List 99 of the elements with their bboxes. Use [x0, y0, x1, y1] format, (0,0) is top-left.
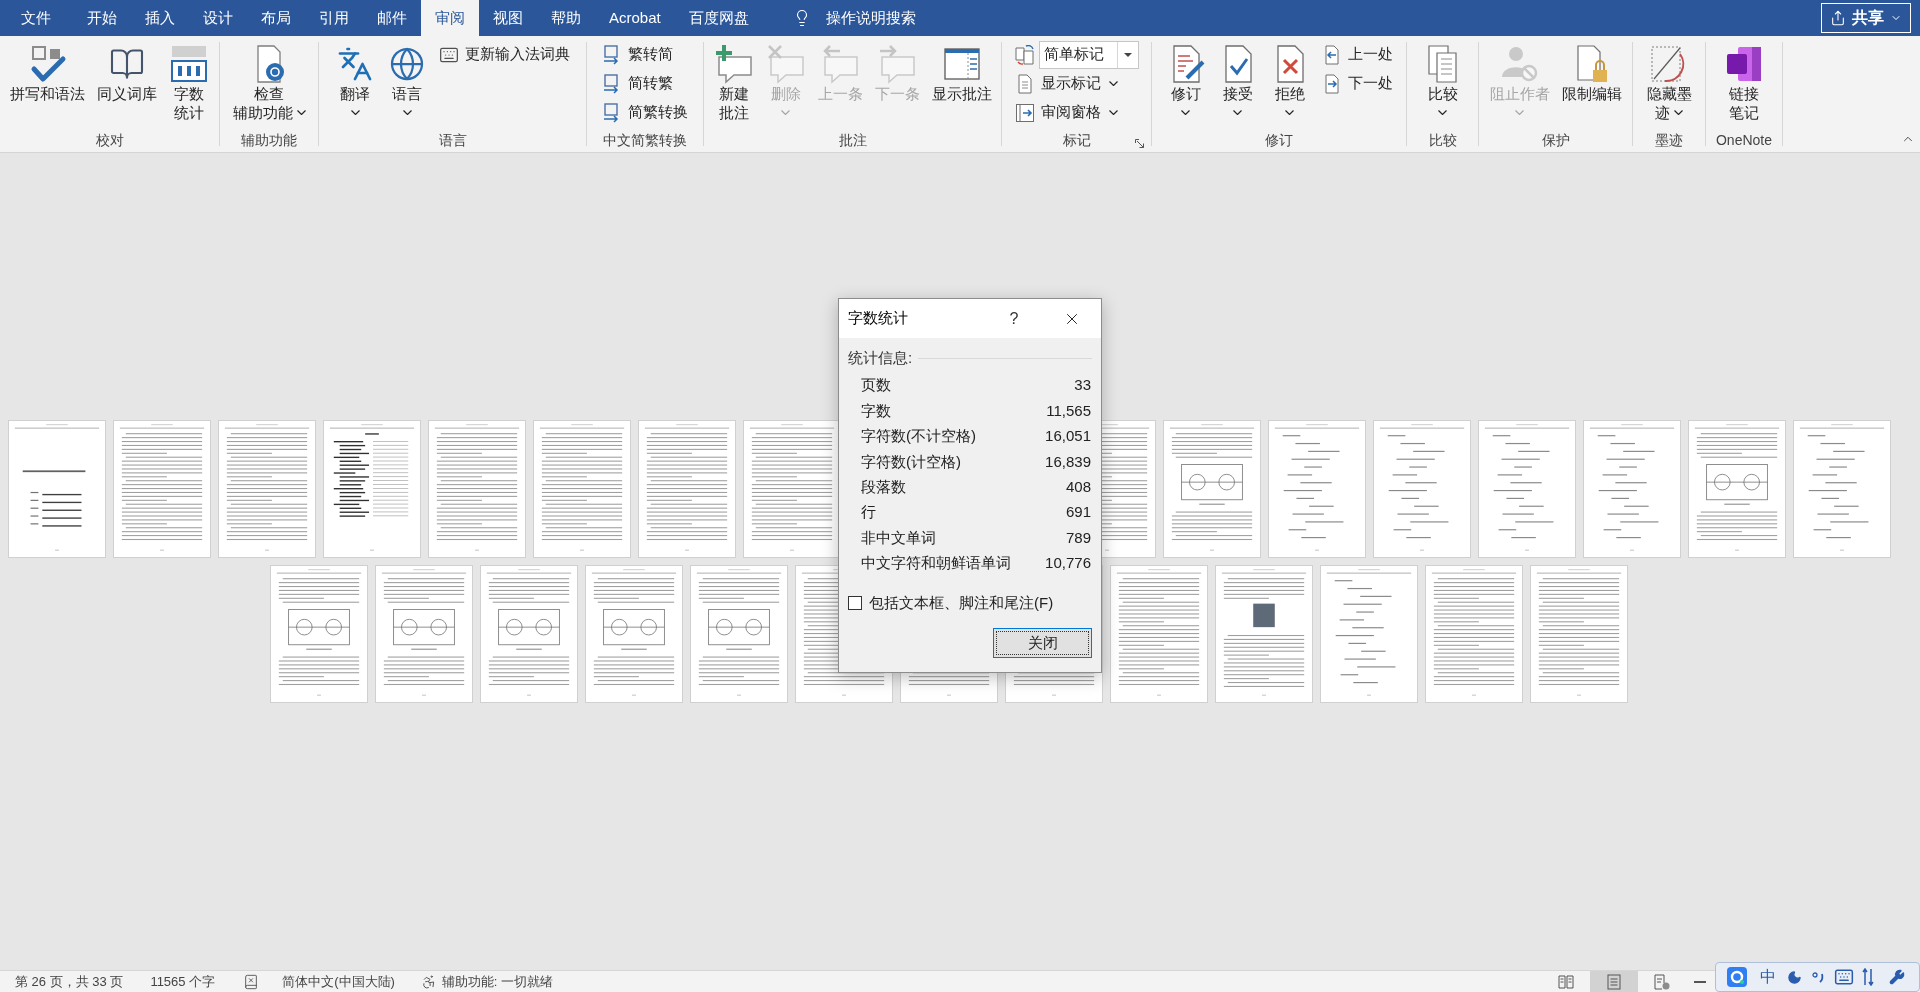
stat-value: 10,776 — [1045, 553, 1091, 574]
new-comment-button[interactable]: 新建 批注 — [709, 40, 758, 122]
ribbon-tab[interactable]: 布局 — [247, 0, 305, 36]
open-book-icon — [1558, 974, 1574, 989]
stat-value: 408 — [1065, 477, 1091, 497]
group-label: 语言 — [438, 130, 467, 150]
stat-value: 11,565 — [1046, 400, 1091, 421]
group-label: 辅助功能 — [241, 130, 297, 150]
language-status[interactable]: 简体中文(中国大陆) — [282, 971, 395, 992]
previous-change-button[interactable]: 上一处 — [1317, 40, 1397, 69]
stat-label: 段落数 — [861, 477, 906, 497]
group-label: 标记 — [1062, 130, 1091, 150]
ribbon-tab[interactable]: 视图 — [479, 0, 537, 36]
dialog-title: 字数统计 — [848, 308, 908, 329]
ribbon-tab[interactable]: 设计 — [189, 0, 247, 36]
comment-plus-icon — [713, 44, 754, 84]
ribbon-tab[interactable]: 文件 — [7, 0, 65, 36]
reviewing-pane-button[interactable]: 审阅窗格 — [1010, 98, 1122, 127]
moon-icon[interactable] — [1787, 969, 1802, 985]
counter-icon — [169, 44, 209, 84]
ribbon-tab[interactable]: 邮件 — [363, 0, 421, 36]
page-count[interactable]: 第 26 页，共 33 页 — [15, 971, 124, 992]
stat-label: 字符数(不计空格) — [861, 426, 976, 447]
share-icon — [1830, 10, 1846, 26]
ribbon-tab[interactable]: 插入 — [131, 0, 189, 36]
section-label: 统计信息: — [848, 347, 913, 368]
next-change-button[interactable]: 下一处 — [1317, 69, 1397, 98]
simplified-to-traditional-button[interactable]: 简转繁 — [598, 69, 677, 98]
hide-ink-button[interactable]: 隐藏墨 迹 — [1642, 40, 1696, 122]
group-label: OneNote — [1715, 130, 1772, 150]
tell-me-search[interactable]: 操作说明搜索 — [788, 0, 920, 36]
ribbon-tab[interactable]: 引用 — [305, 0, 363, 36]
traditional-to-simplified-button[interactable]: 繁转简 — [598, 40, 677, 69]
checkbox[interactable] — [848, 596, 862, 611]
accept-button[interactable]: 接受 — [1213, 40, 1262, 122]
group-label: 保护 — [1541, 130, 1570, 150]
share-button[interactable]: 共享 — [1821, 3, 1911, 33]
show-comments-button[interactable]: 显示批注 — [927, 40, 996, 103]
ribbon-tab[interactable]: 帮助 — [537, 0, 595, 36]
chinese-conversion-button[interactable]: 简繁转换 — [598, 98, 692, 127]
translate-button[interactable]: 翻译 — [331, 40, 379, 122]
reject-button[interactable]: 拒绝 — [1265, 40, 1314, 122]
globe-icon — [389, 46, 425, 82]
group-label: 校对 — [95, 130, 124, 150]
ribbon-tab[interactable]: 开始 — [73, 0, 131, 36]
punctuation-icon[interactable] — [1812, 971, 1826, 983]
comment-arrow-right-icon — [877, 44, 917, 84]
show-markup-button[interactable]: 显示标记 — [1010, 69, 1122, 98]
check-accessibility-button[interactable]: 检查 辅助功能 — [228, 40, 310, 122]
group-label: 批注 — [838, 130, 867, 150]
ime-logo-icon[interactable] — [1727, 967, 1747, 987]
user-blocked-icon — [1499, 44, 1540, 84]
input-mode-toggle[interactable]: 中 — [1760, 968, 1776, 986]
linked-notes-button[interactable]: 链接 笔记 — [1720, 40, 1768, 122]
stat-value: 789 — [1065, 527, 1091, 548]
wrench-icon[interactable] — [1889, 969, 1905, 985]
stat-label: 行 — [861, 502, 876, 523]
spelling-grammar-button[interactable]: 拼写和语法 — [6, 40, 89, 103]
group-label: 中文简繁转换 — [603, 130, 687, 150]
comment-delete-icon — [765, 44, 806, 84]
update-ime-dictionary-button[interactable]: 更新输入法词典 — [435, 40, 574, 69]
web-page-icon — [1654, 973, 1670, 990]
translate-icon — [337, 46, 373, 82]
group-label: 比较 — [1428, 130, 1457, 150]
stat-label: 字符数(计空格) — [861, 451, 961, 472]
accessibility-icon — [420, 973, 437, 990]
stat-value: 16,839 — [1045, 451, 1091, 472]
stat-label: 字数 — [861, 400, 891, 421]
help-button[interactable]: ? — [999, 299, 1029, 338]
minus-icon[interactable] — [1694, 980, 1706, 983]
stat-label: 页数 — [861, 375, 891, 396]
keyboard-icon[interactable] — [1834, 967, 1854, 987]
stat-label: 非中文单词 — [861, 527, 936, 548]
compare-button[interactable]: 比较 — [1418, 40, 1467, 122]
up-down-arrows-icon[interactable] — [1862, 968, 1874, 986]
close-dialog-button[interactable]: 关闭 — [993, 628, 1092, 659]
accessibility-status[interactable]: 辅助功能: 一切就绪 — [441, 971, 554, 992]
stat-value: 33 — [1074, 375, 1091, 396]
group-label: 修订 — [1265, 130, 1293, 150]
word-count[interactable]: 11565 个字 — [150, 971, 216, 992]
stat-label: 中文字符和朝鲜语单词 — [861, 553, 1011, 574]
restrict-editing-button[interactable]: 限制编辑 — [1557, 40, 1626, 103]
ribbon-tab[interactable]: Acrobat — [595, 0, 675, 36]
ribbon-tab[interactable]: 审阅 — [421, 0, 479, 36]
ribbon-tab[interactable]: 百度网盘 — [674, 0, 763, 36]
page-icon — [1607, 973, 1621, 990]
stat-value: 16,051 — [1045, 426, 1091, 447]
word-count-button[interactable]: 字数 统计 — [165, 40, 213, 122]
book-x-icon[interactable] — [243, 973, 260, 990]
markup-dropdown[interactable]: 简单标记 — [1038, 40, 1139, 69]
checkbox-label[interactable]: 包括文本框、脚注和尾注(F) — [869, 591, 1054, 615]
track-changes-button[interactable]: 修订 — [1161, 40, 1210, 122]
group-label: 墨迹 — [1655, 130, 1683, 150]
notebook-icon — [1724, 44, 1764, 84]
stat-value: 691 — [1065, 502, 1091, 523]
language-button[interactable]: 语言 — [383, 40, 431, 122]
dialog-launcher-icon[interactable] — [1135, 139, 1144, 148]
thesaurus-button[interactable]: 同义词库 — [93, 40, 161, 103]
documents-icon — [1014, 44, 1035, 65]
